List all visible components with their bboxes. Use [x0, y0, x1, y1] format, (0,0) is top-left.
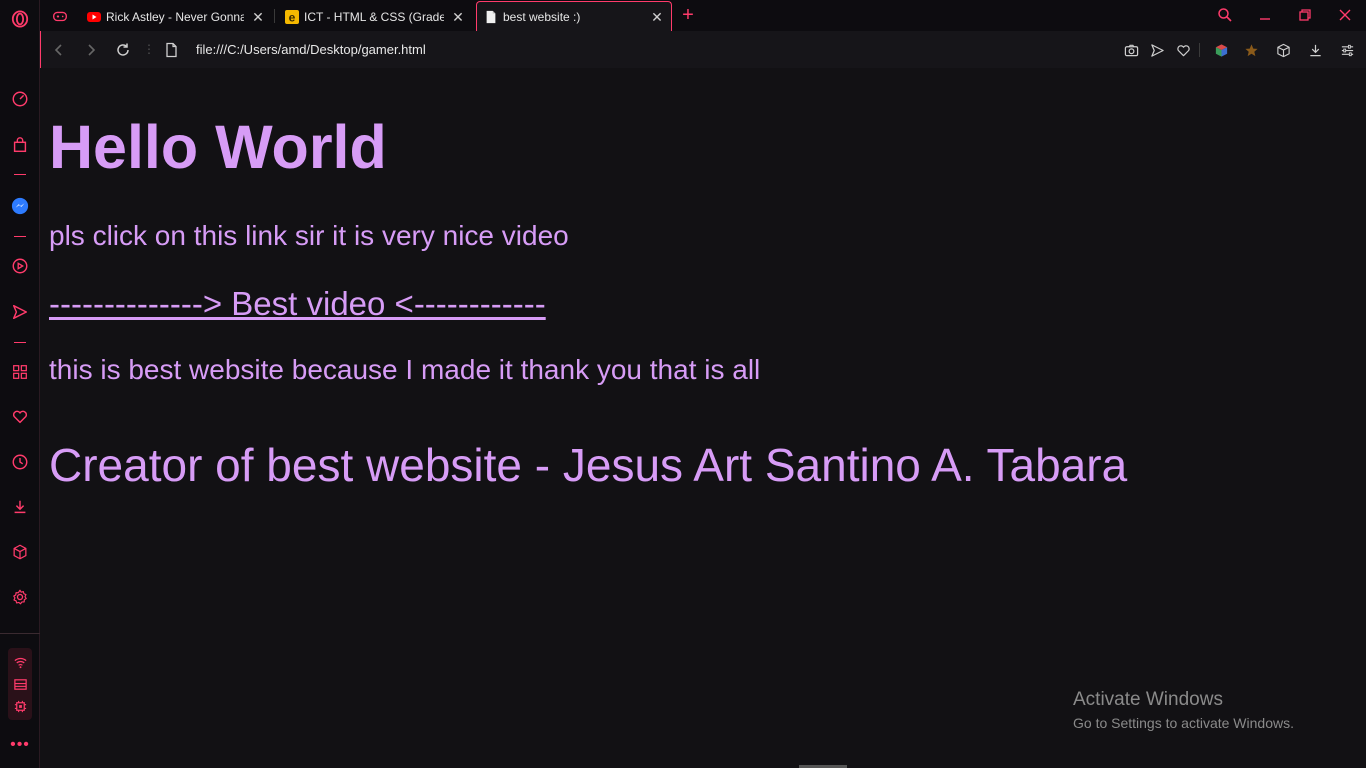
tab-best-website-active[interactable]: best website :) ✕	[476, 1, 672, 31]
cpu-icon	[14, 700, 26, 712]
file-page-icon[interactable]	[161, 40, 181, 60]
youtube-icon	[86, 9, 102, 25]
page-heading: Hello World	[49, 113, 387, 181]
history-clock-icon[interactable]	[9, 451, 31, 473]
close-tab-icon[interactable]: ✕	[649, 9, 665, 25]
intro-paragraph: pls click on this link sir it is very ni…	[49, 220, 569, 251]
activate-windows-watermark: Activate Windows Go to Settings to activ…	[1073, 689, 1294, 733]
send-icon[interactable]	[9, 301, 31, 323]
best-video-link[interactable]: --------------> Best video <------------	[49, 284, 546, 324]
tab-rick-astley[interactable]: Rick Astley - Never Gonna G ✕	[80, 2, 272, 31]
send-to-flow-icon[interactable]	[1148, 41, 1166, 59]
address-bar: ⋮ file:///C:/Users/amd/Desktop/gamer.htm…	[40, 31, 1366, 68]
settings-gear-icon[interactable]	[9, 586, 31, 608]
tab-title: ICT - HTML & CSS (Grade 8	[304, 9, 444, 24]
tab-ict-html-css[interactable]: e ICT - HTML & CSS (Grade 8 ✕	[278, 2, 472, 31]
svg-text:e: e	[289, 10, 296, 24]
opera-logo-icon[interactable]	[9, 8, 31, 30]
bookmark-heart-icon[interactable]	[1174, 41, 1192, 59]
download-icon[interactable]	[9, 496, 31, 518]
address-bar-handle: ⋮	[143, 42, 155, 56]
search-tabs-icon[interactable]	[1213, 4, 1237, 26]
watermark-subtitle: Go to Settings to activate Windows.	[1073, 715, 1294, 731]
tab-title: Rick Astley - Never Gonna G	[106, 9, 244, 24]
new-tab-button[interactable]: +	[678, 5, 698, 25]
gx-control-widget[interactable]	[8, 648, 32, 720]
extension-star-icon[interactable]	[1242, 41, 1260, 59]
close-tab-icon[interactable]: ✕	[250, 9, 266, 25]
cube-icon[interactable]	[9, 541, 31, 563]
player-icon[interactable]	[9, 255, 31, 277]
easy-setup-sliders-icon[interactable]	[1338, 41, 1356, 59]
heart-icon[interactable]	[9, 406, 31, 428]
shopping-bag-icon[interactable]	[9, 134, 31, 156]
apps-grid-icon[interactable]	[9, 361, 31, 383]
messenger-icon[interactable]	[9, 195, 31, 217]
restore-button[interactable]	[1293, 4, 1317, 26]
watermark-title: Activate Windows	[1073, 689, 1223, 710]
downloads-icon[interactable]	[1306, 41, 1324, 59]
url-field[interactable]: file:///C:/Users/amd/Desktop/gamer.html	[196, 42, 426, 57]
extensions-box-icon[interactable]	[1274, 41, 1292, 59]
ram-icon	[13, 678, 27, 690]
minimize-button[interactable]	[1253, 4, 1277, 26]
e-learning-icon: e	[284, 9, 300, 25]
close-window-button[interactable]	[1333, 4, 1357, 26]
creator-credit: Creator of best website - Jesus Art Sant…	[49, 439, 1128, 491]
back-button[interactable]	[49, 40, 69, 60]
tab-title: best website :)	[503, 9, 581, 24]
gamepad-icon[interactable]	[50, 6, 70, 26]
snapshot-camera-icon[interactable]	[1122, 41, 1140, 59]
sidebar-divider	[14, 236, 26, 237]
sidebar-divider	[14, 174, 26, 175]
tab-divider	[274, 9, 275, 23]
sidebar-divider	[0, 633, 40, 634]
reload-button[interactable]	[113, 40, 133, 60]
browser-window: ••• Rick Astley - Never Gonna G ✕ e ICT …	[0, 0, 1366, 768]
body-paragraph: this is best website because I made it t…	[49, 354, 761, 385]
close-tab-icon[interactable]: ✕	[450, 9, 466, 25]
network-icon	[13, 657, 27, 668]
sidebar-divider	[14, 342, 26, 343]
forward-button[interactable]	[81, 40, 101, 60]
more-options-icon[interactable]: •••	[9, 736, 31, 754]
tab-strip: Rick Astley - Never Gonna G ✕ e ICT - HT…	[40, 0, 1366, 31]
toolbar-divider	[1199, 43, 1200, 57]
sidebar: •••	[0, 0, 40, 768]
extension-cube-icon[interactable]	[1212, 41, 1230, 59]
file-icon	[483, 9, 499, 25]
speed-dial-icon[interactable]	[9, 88, 31, 110]
web-page-content: Hello World pls click on this link sir i…	[41, 68, 1366, 768]
